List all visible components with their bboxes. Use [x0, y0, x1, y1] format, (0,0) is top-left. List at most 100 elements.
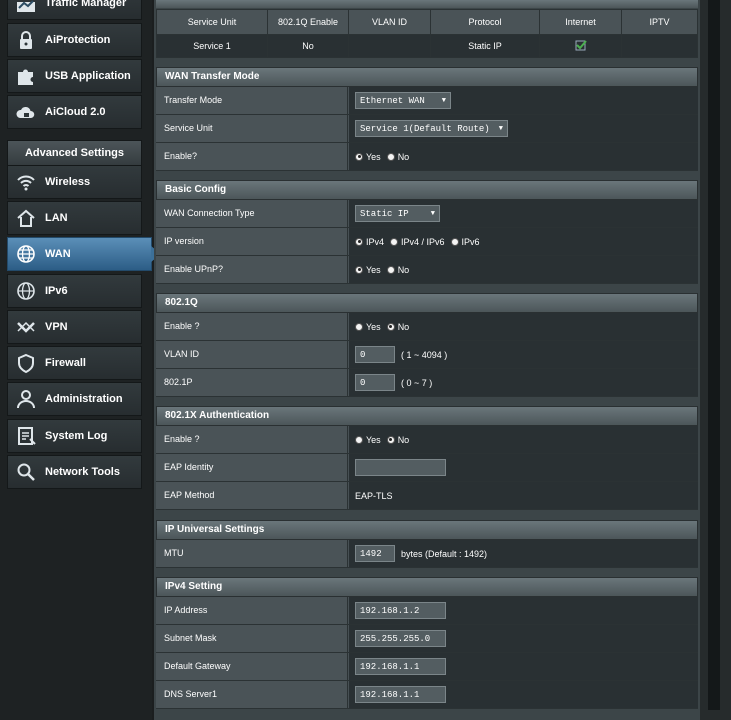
- mtu-input[interactable]: 1492: [355, 545, 395, 562]
- ipv4-radio[interactable]: IPv4: [355, 237, 384, 247]
- cell-vlan-id: [348, 34, 431, 58]
- radio-dot: [450, 237, 459, 246]
- globe-icon: [15, 243, 37, 265]
- cell-protocol: Static IP: [430, 34, 540, 58]
- section-title-ip-universal: IP Universal Settings: [156, 520, 698, 540]
- ipv4-ipv6-radio[interactable]: IPv4 / IPv6: [390, 237, 445, 247]
- radio-label: Yes: [366, 434, 381, 445]
- default-gateway-input[interactable]: 192.168.1.1: [355, 658, 446, 675]
- sidebar-item-firewall[interactable]: Firewall: [7, 346, 142, 380]
- field-label: WAN Connection Type: [156, 200, 348, 227]
- eap-identity-input[interactable]: [355, 459, 446, 476]
- row-mtu: MTU 1492 bytes (Default : 1492): [156, 540, 698, 568]
- wan-connection-type-select[interactable]: Static IP ▼: [355, 205, 440, 222]
- sidebar-item-network-tools[interactable]: Network Tools: [7, 455, 142, 489]
- radio-dot: [355, 435, 363, 444]
- dns-server1-input[interactable]: 192.168.1.1: [355, 686, 446, 703]
- field-label: DNS Server1: [156, 681, 348, 708]
- field-label: VLAN ID: [156, 341, 348, 368]
- column-header: Internet: [539, 9, 622, 35]
- transfer-mode-select[interactable]: Ethernet WAN ▼: [355, 92, 451, 109]
- radio-dot: [386, 322, 395, 331]
- section-title-wan-transfer-mode: WAN Transfer Mode: [156, 67, 698, 87]
- radio-dot: [355, 152, 363, 161]
- field-label: Enable ?: [156, 313, 348, 340]
- radio-label: No: [397, 264, 410, 275]
- radio-dot: [386, 435, 395, 444]
- field-label: Enable ?: [156, 426, 348, 453]
- sidebar-item-traffic-manager[interactable]: Traffic Manager: [7, 0, 142, 20]
- 8021q-no-radio[interactable]: No: [386, 321, 410, 332]
- radio-dot: [355, 322, 363, 331]
- sidebar-item-label: Wireless: [45, 176, 91, 188]
- field-label: MTU: [156, 540, 348, 567]
- sidebar-item-usb-application[interactable]: USB Application: [7, 59, 142, 93]
- field-label: Transfer Mode: [156, 87, 348, 114]
- sidebar-item-label: Administration: [45, 393, 123, 405]
- enable-yes-radio[interactable]: Yes: [355, 152, 381, 162]
- field-label: Default Gateway: [156, 653, 348, 680]
- field-label: IP version: [156, 228, 348, 255]
- sidebar-item-system-log[interactable]: System Log: [7, 419, 142, 453]
- column-header: 802.1Q Enable: [267, 9, 349, 35]
- scrollbar[interactable]: [708, 0, 720, 710]
- upnp-yes-radio[interactable]: Yes: [355, 265, 381, 275]
- sidebar-item-label: WAN: [45, 248, 71, 260]
- sidebar-item-administration[interactable]: Administration: [7, 382, 142, 416]
- sidebar-item-wan[interactable]: WAN: [7, 237, 161, 271]
- cloud-lock-icon: [15, 101, 37, 123]
- field-label: Subnet Mask: [156, 625, 348, 652]
- radio-label: No: [397, 151, 410, 162]
- radio-label: IPv4 / IPv6: [401, 236, 445, 247]
- radio-label: IPv6: [461, 236, 480, 247]
- sidebar-item-label: AiProtection: [45, 34, 111, 46]
- row-service-unit: Service Unit Service 1(Default Route) ▼: [156, 115, 698, 143]
- column-header: IPTV: [621, 9, 698, 35]
- cell-8021q-enable: No: [267, 34, 349, 58]
- column-header: VLAN ID: [348, 9, 431, 35]
- 8021p-input[interactable]: 0: [355, 374, 395, 391]
- row-default-gateway: Default Gateway 192.168.1.1: [156, 653, 698, 681]
- row-8021x-enable: Enable ? Yes No: [156, 426, 698, 454]
- row-dns-server1: DNS Server1 192.168.1.1: [156, 681, 698, 709]
- chevron-down-icon: ▼: [441, 96, 446, 105]
- ipv6-radio[interactable]: IPv6: [450, 236, 480, 247]
- advanced-settings-header: Advanced Settings: [7, 140, 142, 166]
- user-icon: [15, 388, 37, 410]
- sidebar-item-label: VPN: [45, 321, 68, 333]
- sidebar-item-lan[interactable]: LAN: [7, 201, 142, 235]
- field-label: Enable?: [156, 143, 348, 170]
- summary-title-bar: [156, 0, 698, 8]
- 8021q-yes-radio[interactable]: Yes: [355, 322, 381, 332]
- vlan-id-input[interactable]: 0: [355, 346, 395, 363]
- sidebar-item-aicloud[interactable]: AiCloud 2.0: [7, 95, 142, 129]
- row-ip-version: IP version IPv4 IPv4 / IPv6 IPv6: [156, 228, 698, 256]
- service-unit-select[interactable]: Service 1(Default Route) ▼: [355, 120, 508, 137]
- row-transfer-mode: Transfer Mode Ethernet WAN ▼: [156, 87, 698, 115]
- sidebar-item-wireless[interactable]: Wireless: [7, 165, 142, 199]
- sidebar-item-aiprotection[interactable]: AiProtection: [7, 23, 142, 57]
- puzzle-icon: [15, 65, 37, 87]
- radio-label: No: [397, 321, 410, 332]
- section-title-8021q: 802.1Q: [156, 293, 698, 313]
- field-label: 802.1P: [156, 369, 348, 396]
- ip-address-input[interactable]: 192.168.1.2: [355, 602, 446, 619]
- row-eap-method: EAP Method EAP-TLS: [156, 482, 698, 510]
- subnet-mask-input[interactable]: 255.255.255.0: [355, 630, 446, 647]
- ipv6-globe-icon: [15, 280, 37, 302]
- home-icon: [15, 207, 37, 229]
- 8021x-yes-radio[interactable]: Yes: [355, 435, 381, 445]
- log-icon: [15, 425, 37, 447]
- sidebar-item-label: Traffic Manager: [45, 0, 127, 9]
- 8021x-no-radio[interactable]: No: [386, 435, 409, 445]
- sidebar-item-vpn[interactable]: VPN: [7, 310, 142, 344]
- row-8021q-enable: Enable ? Yes No: [156, 313, 698, 341]
- sidebar-item-label: LAN: [45, 212, 68, 224]
- row-vlan-id: VLAN ID 0 ( 1 ~ 4094 ): [156, 341, 698, 369]
- sidebar-item-ipv6[interactable]: IPv6: [7, 274, 142, 308]
- sidebar-item-label: IPv6: [45, 285, 68, 297]
- row-wan-connection-type: WAN Connection Type Static IP ▼: [156, 200, 698, 228]
- upnp-no-radio[interactable]: No: [386, 264, 410, 275]
- right-margin: [700, 0, 731, 720]
- enable-no-radio[interactable]: No: [386, 151, 410, 162]
